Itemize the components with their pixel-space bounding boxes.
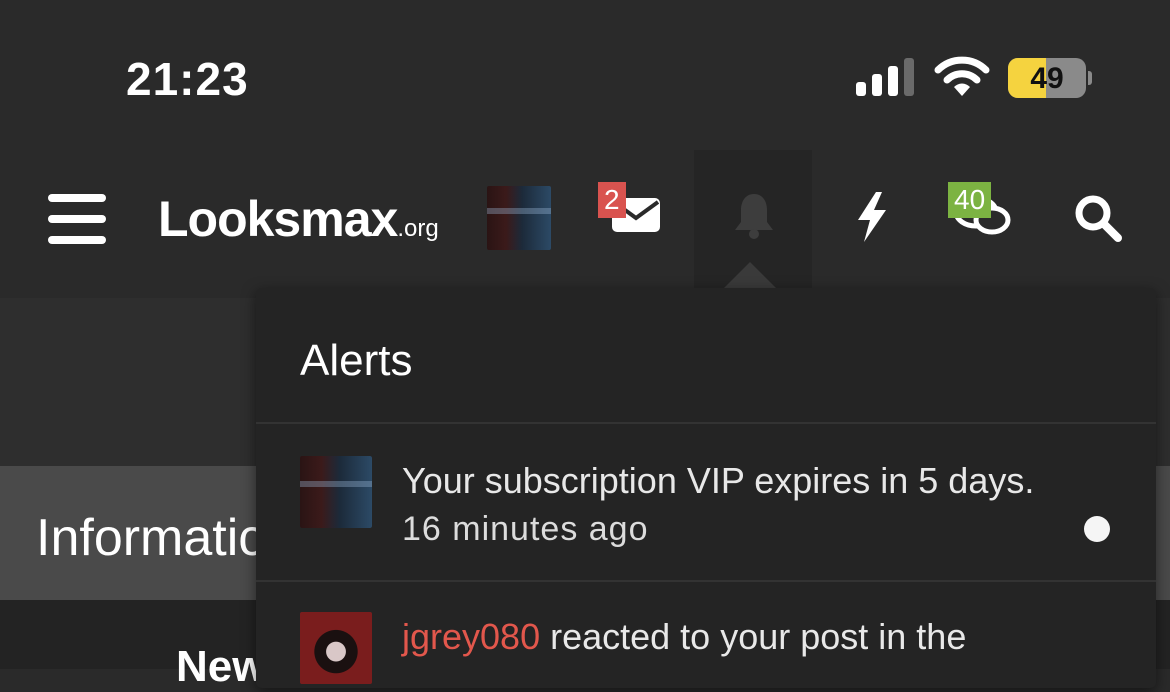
partial-heading: New (176, 642, 267, 691)
logo-tld: .org (397, 215, 439, 242)
messages-button[interactable]: 2 (598, 178, 664, 238)
alert-item[interactable]: jgrey080 reacted to your post in the (256, 582, 1156, 692)
status-bar: 21:23 49 (0, 0, 1170, 150)
alert-action-text: reacted to your post in the (540, 616, 967, 657)
unread-indicator[interactable] (1084, 516, 1110, 542)
status-time: 21:23 (126, 53, 249, 105)
cellular-signal-icon (856, 58, 914, 96)
bell-icon[interactable] (733, 192, 775, 240)
site-logo[interactable]: Looksmax.org (158, 190, 439, 248)
alert-item[interactable]: Your subscription VIP expires in 5 days.… (256, 424, 1156, 580)
messages-badge: 2 (598, 182, 626, 218)
alerts-dropdown: Alerts Your subscription VIP expires in … (256, 288, 1156, 688)
alert-time: 16 minutes ago (402, 510, 649, 548)
avatar-image (487, 186, 551, 250)
alerts-title: Alerts (300, 336, 413, 385)
alert-avatar (300, 456, 372, 528)
user-avatar[interactable] (487, 186, 551, 250)
conversations-button[interactable]: 40 (946, 180, 1016, 240)
alert-username-link[interactable]: jgrey080 (402, 616, 540, 657)
alert-avatar (300, 612, 372, 684)
battery-percent: 49 (1030, 62, 1064, 95)
logo-main: Looksmax (158, 191, 398, 247)
search-icon[interactable] (1074, 194, 1122, 242)
section-heading[interactable]: Informatic (36, 508, 264, 568)
wifi-icon (934, 56, 990, 96)
alert-text: Your subscription VIP expires in 5 days. (402, 460, 1035, 501)
battery-icon: 49 (1008, 58, 1086, 98)
dropdown-pointer (724, 262, 776, 288)
battery-nub (1088, 71, 1092, 85)
alert-text: jgrey080 reacted to your post in the (402, 616, 966, 658)
conversations-badge: 40 (948, 182, 992, 218)
menu-icon[interactable] (48, 194, 106, 244)
lightning-icon[interactable] (856, 192, 888, 242)
